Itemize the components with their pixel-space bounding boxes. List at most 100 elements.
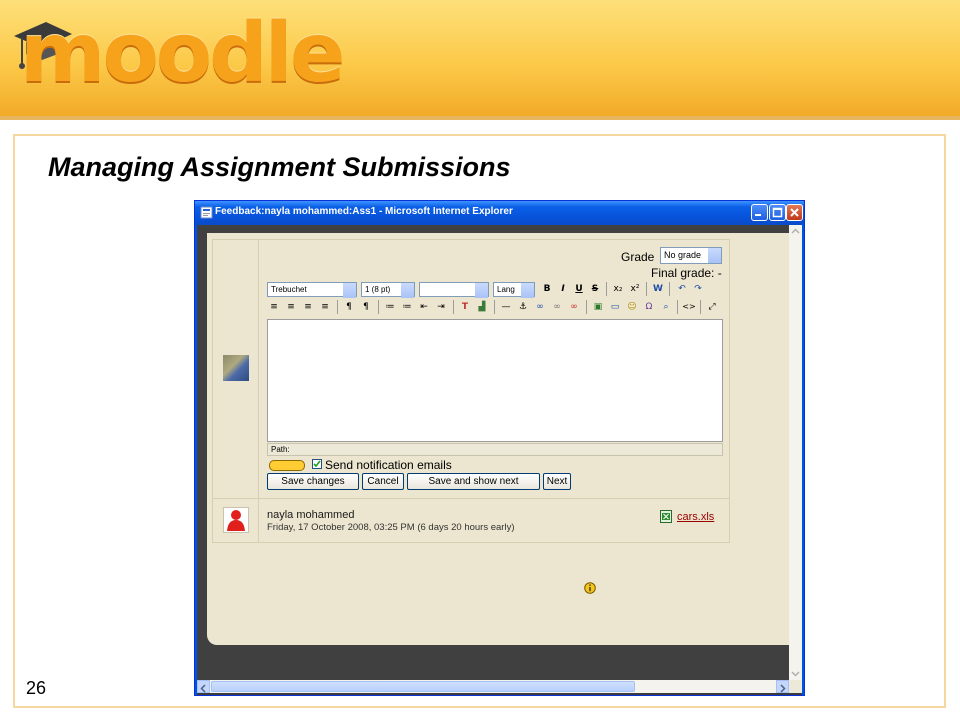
- nolink-button[interactable]: ∞: [567, 300, 581, 314]
- chevron-down-icon: [401, 283, 414, 298]
- page-number: 26: [26, 678, 47, 698]
- path-label: Path:: [271, 445, 290, 454]
- moodle-banner: moodle: [0, 0, 960, 118]
- cancel-button[interactable]: Cancel: [362, 473, 404, 490]
- chevron-down-icon: [521, 283, 534, 298]
- align-left-button[interactable]: ≡: [267, 300, 281, 314]
- bold-button[interactable]: B: [540, 282, 554, 296]
- teacher-avatar: [223, 355, 249, 381]
- unordered-list-button[interactable]: ≔: [400, 300, 414, 314]
- scroll-left-button[interactable]: [197, 680, 210, 693]
- toolbar-separator: [337, 300, 338, 314]
- maximize-icon: [772, 207, 783, 218]
- excel-file-icon: [660, 510, 672, 523]
- background-color-button[interactable]: ▟: [475, 300, 489, 314]
- insert-image-button[interactable]: ▣: [591, 300, 605, 314]
- toolbar-separator: [453, 300, 454, 314]
- minimize-button[interactable]: [751, 204, 768, 221]
- size-select-value: 1 (8 pt): [365, 285, 391, 294]
- toolbar-separator: [646, 282, 647, 296]
- superscript-button[interactable]: x²: [628, 282, 642, 296]
- unlink-button[interactable]: ∞: [550, 300, 564, 314]
- ltr-button[interactable]: ¶: [342, 300, 356, 314]
- paste-word-button[interactable]: W: [651, 282, 665, 296]
- style-select[interactable]: [419, 282, 489, 298]
- text-color-button[interactable]: T: [458, 300, 472, 314]
- chevron-down-icon: [343, 283, 356, 298]
- scroll-corner: [789, 680, 802, 693]
- scroll-up-button[interactable]: [789, 225, 802, 238]
- strikethrough-button[interactable]: S: [588, 282, 602, 296]
- outdent-button[interactable]: ⇤: [417, 300, 431, 314]
- insert-table-button[interactable]: ▭: [608, 300, 622, 314]
- student-name[interactable]: nayla mohammed: [267, 509, 354, 521]
- ordered-list-button[interactable]: ≔: [383, 300, 397, 314]
- browser-content: Grade No grade Final grade: - Trebuchet …: [197, 225, 802, 695]
- vertical-scrollbar[interactable]: [789, 225, 802, 680]
- grade-label: Grade: [621, 250, 655, 264]
- html-source-button[interactable]: <>: [682, 300, 696, 314]
- toolbar-separator: [378, 300, 379, 314]
- fullscreen-button[interactable]: ⤢: [705, 300, 719, 314]
- grade-select[interactable]: No grade: [660, 247, 722, 264]
- window-title: Feedback:nayla mohammed:Ass1 - Microsoft…: [215, 206, 513, 217]
- insert-link-button[interactable]: ∞: [533, 300, 547, 314]
- indent-button[interactable]: ⇥: [434, 300, 448, 314]
- smiley-button[interactable]: ☺: [625, 300, 639, 314]
- user-icon: [227, 510, 245, 531]
- size-select[interactable]: 1 (8 pt): [361, 282, 415, 298]
- save-changes-button[interactable]: Save changes: [267, 473, 359, 490]
- horizontal-rule-button[interactable]: —: [499, 300, 513, 314]
- align-center-button[interactable]: ≡: [284, 300, 298, 314]
- font-select-value: Trebuchet: [271, 285, 307, 294]
- toolbar-separator: [700, 300, 701, 314]
- rtl-button[interactable]: ¶: [359, 300, 373, 314]
- submission-time: Friday, 17 October 2008, 03:25 PM (6 day…: [267, 522, 515, 533]
- keyboard-help-icon[interactable]: [269, 460, 305, 471]
- grade-select-value: No grade: [664, 250, 702, 260]
- justify-button[interactable]: ≡: [318, 300, 332, 314]
- font-select[interactable]: Trebuchet: [267, 282, 357, 298]
- info-icon: [584, 582, 596, 594]
- anchor-button[interactable]: ⚓: [516, 300, 530, 314]
- scroll-right-button[interactable]: [776, 680, 789, 693]
- subscript-button[interactable]: x₂: [611, 282, 625, 296]
- special-char-button[interactable]: Ω: [642, 300, 656, 314]
- align-right-button[interactable]: ≡: [301, 300, 315, 314]
- moodle-logo: moodle: [12, 6, 346, 106]
- chevron-right-icon: [780, 684, 786, 693]
- redo-button[interactable]: ↷: [691, 282, 705, 296]
- submitted-file-link[interactable]: cars.xls: [677, 511, 714, 523]
- feedback-editor[interactable]: [267, 319, 723, 442]
- toolbar-separator: [669, 282, 670, 296]
- student-avatar: [223, 507, 249, 533]
- banner-divider: [0, 116, 960, 120]
- ie-page-icon: [200, 206, 213, 219]
- close-button[interactable]: [786, 204, 803, 221]
- scroll-down-button[interactable]: [789, 667, 802, 680]
- chevron-left-icon: [200, 684, 206, 693]
- search-replace-button[interactable]: ⌕: [659, 300, 673, 314]
- send-notification-label: Send notification emails: [325, 458, 452, 472]
- horizontal-scroll-thumb[interactable]: [211, 681, 635, 692]
- send-notification-checkbox[interactable]: [312, 459, 322, 469]
- maximize-button[interactable]: [769, 204, 786, 221]
- chevron-up-icon: [791, 228, 800, 234]
- window-titlebar[interactable]: Feedback:nayla mohammed:Ass1 - Microsoft…: [195, 201, 804, 225]
- logo-text: moodle: [20, 6, 346, 101]
- row-divider: [212, 498, 730, 499]
- toolbar-separator: [606, 282, 607, 296]
- toolbar-separator: [586, 300, 587, 314]
- editor-path-bar: Path:: [267, 443, 723, 456]
- underline-button[interactable]: U: [572, 282, 586, 296]
- lang-select[interactable]: Lang: [493, 282, 535, 298]
- horizontal-scrollbar[interactable]: [197, 680, 789, 693]
- save-and-show-next-button[interactable]: Save and show next: [407, 473, 540, 490]
- minimize-icon: [755, 214, 761, 216]
- chevron-down-icon: [475, 283, 488, 298]
- toolbar-separator: [494, 300, 495, 314]
- italic-button[interactable]: I: [556, 282, 570, 296]
- next-button[interactable]: Next: [543, 473, 571, 490]
- close-icon: [790, 208, 799, 217]
- undo-button[interactable]: ↶: [675, 282, 689, 296]
